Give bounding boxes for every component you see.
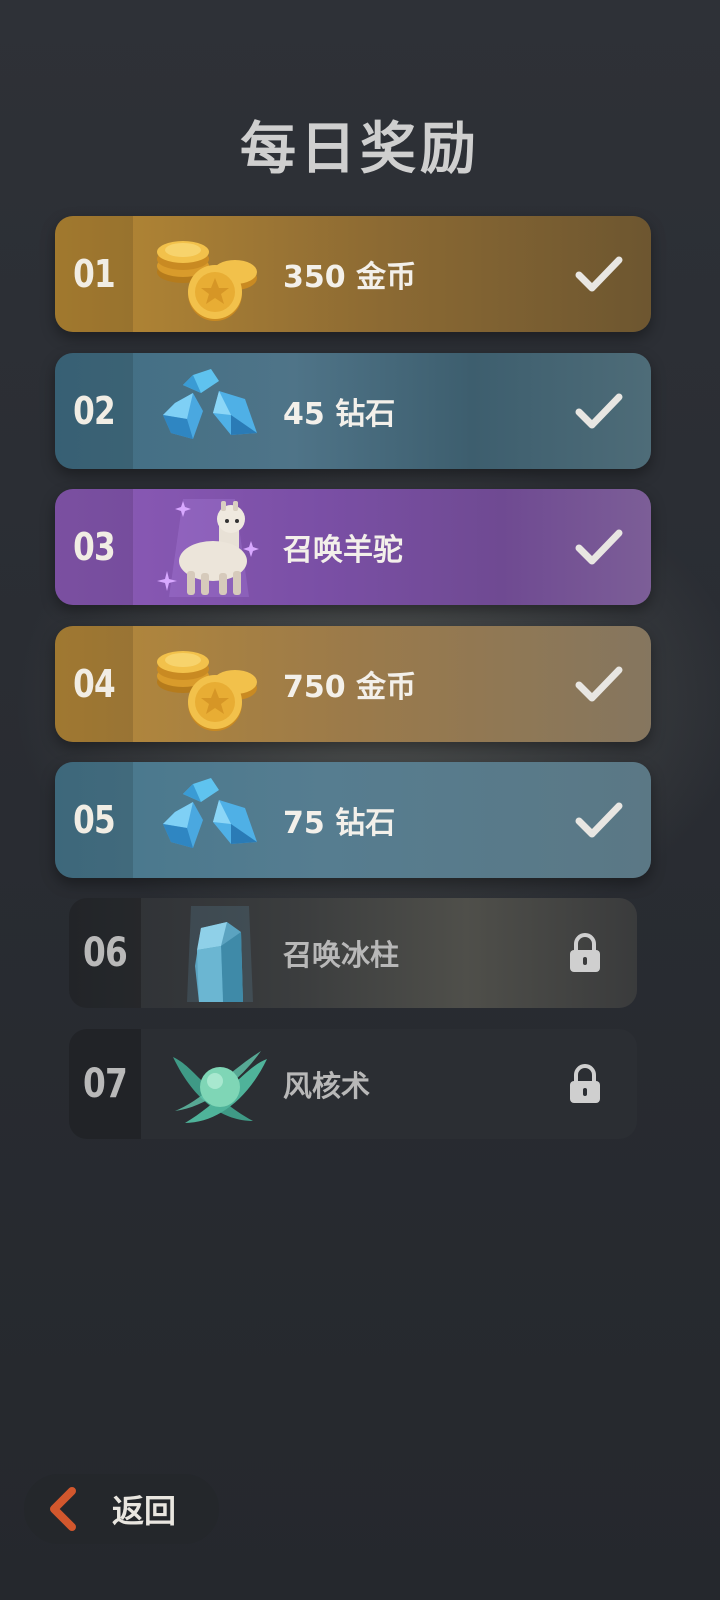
- reward-label: 召唤冰柱: [283, 938, 400, 972]
- reward-label: 45 钻石: [283, 397, 396, 432]
- reward-row-day-1[interactable]: 01 350 金币: [55, 216, 651, 332]
- reward-row-day-3[interactable]: 03 召唤羊驼: [55, 489, 651, 605]
- gold-coins-icon: [157, 241, 257, 321]
- lock-icon: [570, 1064, 600, 1103]
- reward-row-day-5[interactable]: 05 75 钻石: [55, 762, 651, 878]
- diamonds-icon: [163, 778, 257, 848]
- check-icon: [575, 666, 623, 702]
- day-number: 02: [73, 389, 116, 433]
- reward-label: 750 金币: [283, 670, 417, 705]
- back-label: 返回: [112, 1492, 177, 1530]
- day-number: 03: [73, 525, 116, 569]
- day-number: 07: [82, 1061, 128, 1107]
- check-icon: [575, 393, 623, 429]
- day-number: 06: [82, 930, 128, 976]
- wind-core-icon: [173, 1051, 267, 1123]
- reward-label: 召唤羊驼: [283, 533, 403, 568]
- alpaca-icon: [157, 499, 259, 597]
- diamonds-icon: [163, 369, 257, 439]
- gold-coins-icon: [157, 651, 257, 731]
- reward-label: 75 钻石: [283, 806, 396, 841]
- day-number: 04: [73, 662, 116, 706]
- reward-row-day-4[interactable]: 04 750 金币: [55, 626, 651, 742]
- reward-row-day-7[interactable]: 07 风核术: [69, 1029, 637, 1139]
- day-number: 01: [73, 252, 116, 296]
- ice-pillar-icon: [187, 906, 253, 1002]
- reward-row-day-2[interactable]: 02 45 钻石: [55, 353, 651, 469]
- chevron-left-icon: [50, 1487, 76, 1531]
- lock-icon: [570, 933, 600, 972]
- day-number: 05: [73, 798, 116, 842]
- reward-label: 风核术: [283, 1069, 371, 1103]
- check-icon: [575, 256, 623, 292]
- reward-label: 350 金币: [283, 260, 417, 295]
- check-icon: [575, 529, 623, 565]
- page-title: 每日奖励: [240, 117, 480, 182]
- back-button[interactable]: 返回: [24, 1474, 219, 1544]
- check-icon: [575, 802, 623, 838]
- reward-row-day-6[interactable]: 06 召唤冰柱: [69, 898, 637, 1008]
